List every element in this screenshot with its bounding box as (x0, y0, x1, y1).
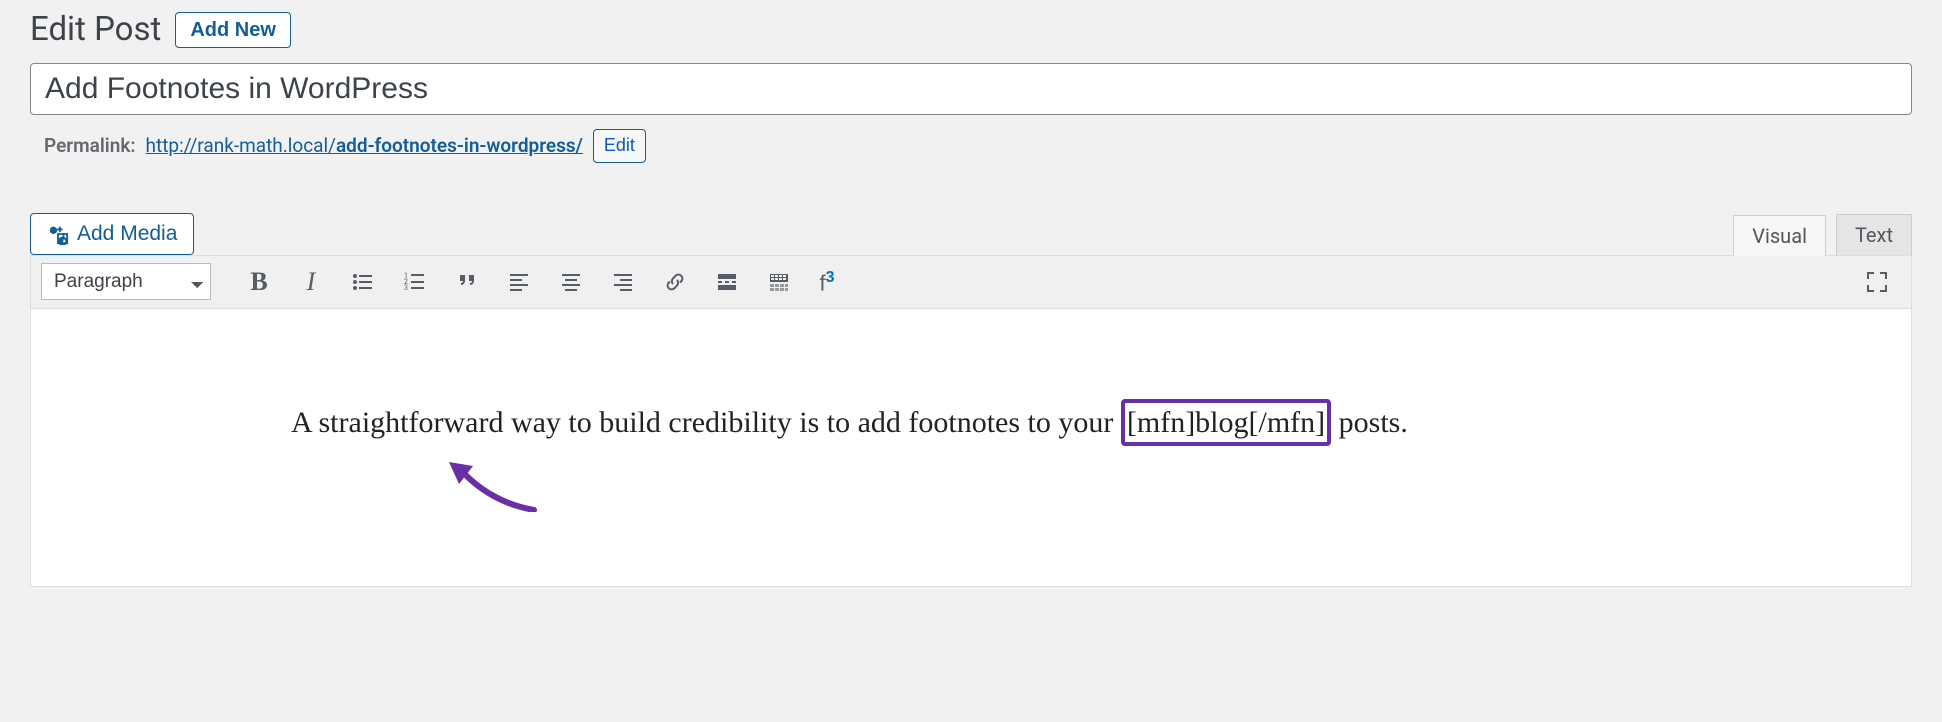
paragraph: A straightforward way to build credibili… (291, 399, 1651, 447)
svg-text:3: 3 (404, 284, 408, 292)
add-new-button[interactable]: Add New (175, 12, 291, 48)
bulleted-list-button[interactable] (343, 262, 383, 302)
list-ol-icon: 123 (403, 270, 427, 294)
page-title: Edit Post (30, 10, 161, 49)
content-text-after: posts. (1331, 406, 1408, 439)
readmore-button[interactable] (707, 262, 747, 302)
list-ul-icon (351, 270, 375, 294)
media-icon (47, 223, 69, 245)
add-media-button[interactable]: Add Media (30, 213, 194, 255)
permalink-link[interactable]: http://rank-math.local/add-footnotes-in-… (146, 134, 583, 157)
read-more-icon (715, 270, 739, 294)
toolbar-toggle-button[interactable] (759, 262, 799, 302)
footnote-shortcode-highlight: [mfn]blog[/mfn] (1121, 399, 1331, 446)
align-right-button[interactable] (603, 262, 643, 302)
footnote-button[interactable]: f3 (807, 266, 847, 296)
align-left-icon (507, 270, 531, 294)
align-center-icon (559, 270, 583, 294)
content-text-before: A straightforward way to build credibili… (291, 406, 1121, 439)
quote-icon (455, 270, 479, 294)
editor-toolbar: Paragraph B I 123 f3 (31, 256, 1911, 309)
link-icon (663, 270, 687, 294)
permalink-slug: add-footnotes-in-wordpress/ (336, 134, 583, 157)
editor-tabs: Visual Text (1733, 214, 1912, 255)
permalink-edit-button[interactable]: Edit (593, 129, 646, 163)
align-right-icon (611, 270, 635, 294)
blockquote-button[interactable] (447, 262, 487, 302)
add-media-label: Add Media (77, 222, 177, 246)
tab-text[interactable]: Text (1836, 214, 1912, 255)
annotation-arrow (449, 462, 539, 512)
format-select[interactable]: Paragraph (41, 263, 211, 300)
editor-box: Paragraph B I 123 f3 (30, 255, 1912, 588)
link-button[interactable] (655, 262, 695, 302)
kitchen-sink-icon (767, 270, 791, 294)
align-left-button[interactable] (499, 262, 539, 302)
numbered-list-button[interactable]: 123 (395, 262, 435, 302)
align-center-button[interactable] (551, 262, 591, 302)
tab-visual[interactable]: Visual (1733, 215, 1826, 256)
fullscreen-icon (1865, 270, 1889, 294)
bold-button[interactable]: B (239, 262, 279, 302)
permalink-label: Permalink: (44, 134, 136, 157)
post-title-input[interactable] (30, 63, 1912, 115)
fullscreen-button[interactable] (1857, 262, 1897, 302)
italic-button[interactable]: I (291, 262, 331, 302)
editor-content[interactable]: A straightforward way to build credibili… (31, 309, 1911, 587)
